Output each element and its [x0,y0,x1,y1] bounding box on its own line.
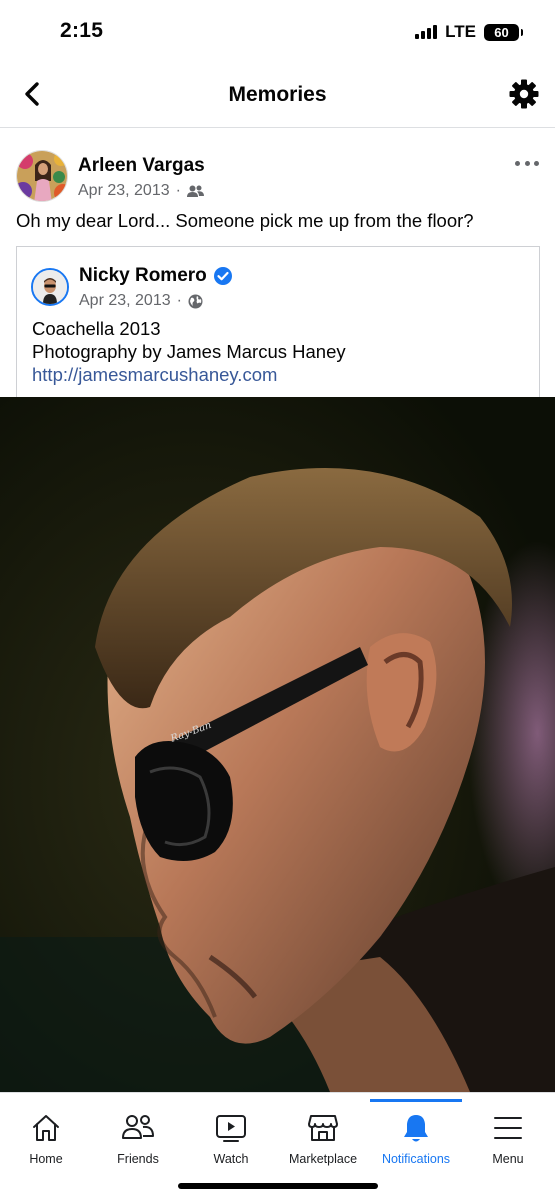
nav-marketplace-label: Marketplace [288,1152,358,1166]
nav-notifications[interactable]: Notifications [370,1093,462,1173]
shared-author-name: Nicky Romero [79,265,207,286]
signal-icon [415,25,438,39]
post-date[interactable]: Apr 23, 2013 [78,182,170,200]
status-time: 2:15 [60,19,104,42]
meta-separator: · [175,182,181,199]
battery-icon: 60 [484,23,523,41]
menu-icon [491,1111,525,1145]
verified-badge-icon [213,267,232,285]
top-bar: Memories [0,62,555,128]
photo-image: Ray-Ban [0,397,555,1092]
shared-line-2: Photography by James Marcus Haney [32,341,346,362]
avatar[interactable] [16,150,68,202]
avatar-image [17,151,67,201]
post-photo[interactable]: Ray-Ban [0,397,555,1092]
page-title: Memories [228,83,327,106]
nav-home[interactable]: Home [0,1093,92,1173]
home-indicator[interactable] [178,1183,378,1189]
gear-icon [509,79,539,109]
post-author[interactable]: Arleen Vargas [78,155,205,177]
shared-line-1: Coachella 2013 [32,318,161,339]
shared-meta: Apr 23, 2013 · [79,292,203,310]
status-indicators: LTE 60 [415,22,523,42]
settings-button[interactable] [507,77,541,111]
shared-author[interactable]: Nicky Romero [79,265,233,287]
shared-body: Coachella 2013 Photography by James Marc… [32,317,346,386]
nav-notifications-label: Notifications [381,1152,451,1166]
nav-home-label: Home [29,1152,63,1166]
more-options-button[interactable] [515,158,539,168]
post-text: Oh my dear Lord... Someone pick me up fr… [16,210,474,231]
bell-icon [399,1111,433,1145]
nav-watch-label: Watch [213,1152,249,1166]
watch-icon [214,1111,248,1145]
friends-icon [121,1111,155,1145]
shared-link[interactable]: http://jamesmarcushaney.com [32,363,346,386]
nav-menu[interactable]: Menu [462,1093,554,1173]
nav-friends[interactable]: Friends [92,1093,184,1173]
nav-menu-label: Menu [492,1152,524,1166]
shared-avatar[interactable] [31,268,69,306]
globe-icon [188,294,203,308]
marketplace-icon [306,1111,340,1145]
meta-separator: · [176,292,182,309]
friends-icon [186,185,204,197]
nav-marketplace[interactable]: Marketplace [277,1093,369,1173]
shared-date[interactable]: Apr 23, 2013 [79,292,171,310]
status-bar: 2:15 LTE 60 [0,0,555,62]
shared-avatar-image [33,270,67,304]
nav-friends-label: Friends [117,1152,159,1166]
home-icon [29,1111,63,1145]
post-meta: Apr 23, 2013 · [78,182,204,200]
network-label: LTE [445,22,476,41]
nav-watch[interactable]: Watch [185,1093,277,1173]
